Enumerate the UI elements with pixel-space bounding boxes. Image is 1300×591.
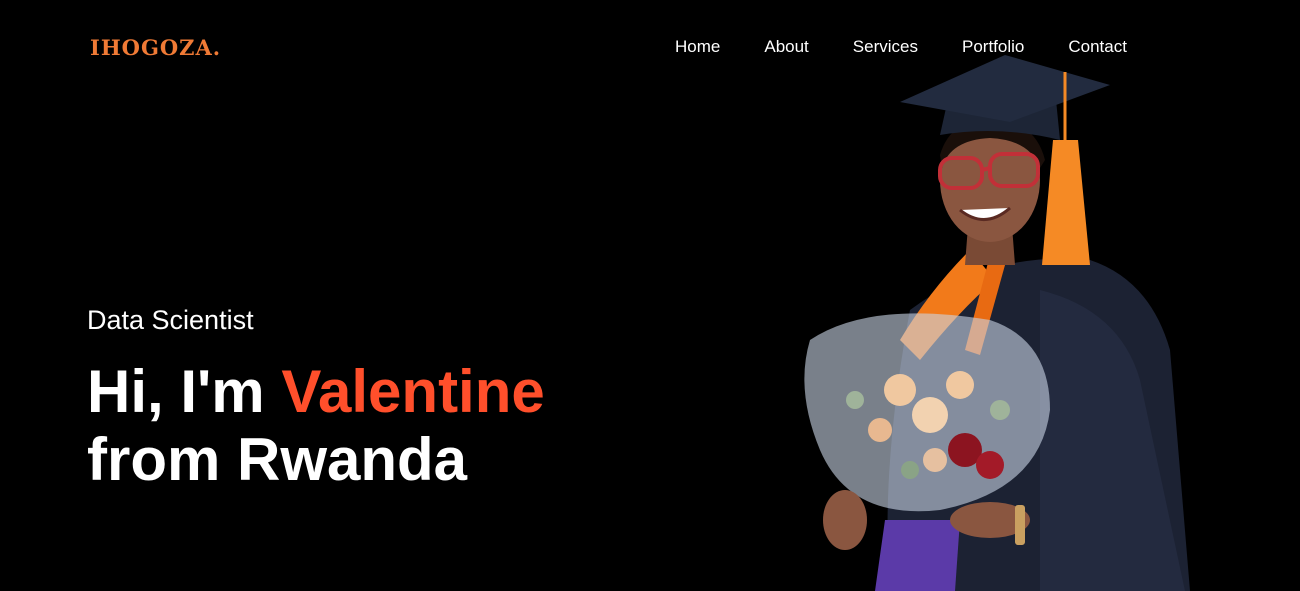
- brand-logo[interactable]: IHOGOZA.: [90, 35, 221, 60]
- hero: Data Scientist Hi, I'm Valentine from Rw…: [87, 305, 545, 494]
- hero-origin: from Rwanda: [87, 426, 468, 493]
- hero-greeting: Hi, I'm: [87, 358, 265, 425]
- hero-headline: Hi, I'm Valentine from Rwanda: [87, 358, 545, 494]
- nav-home[interactable]: Home: [675, 37, 720, 57]
- graduate-portrait-icon: [804, 55, 1190, 591]
- hero-subtitle: Data Scientist: [87, 305, 254, 335]
- hero-name: Valentine: [281, 358, 545, 425]
- page: IHOGOZA. Home About Services Portfolio C…: [0, 0, 1300, 591]
